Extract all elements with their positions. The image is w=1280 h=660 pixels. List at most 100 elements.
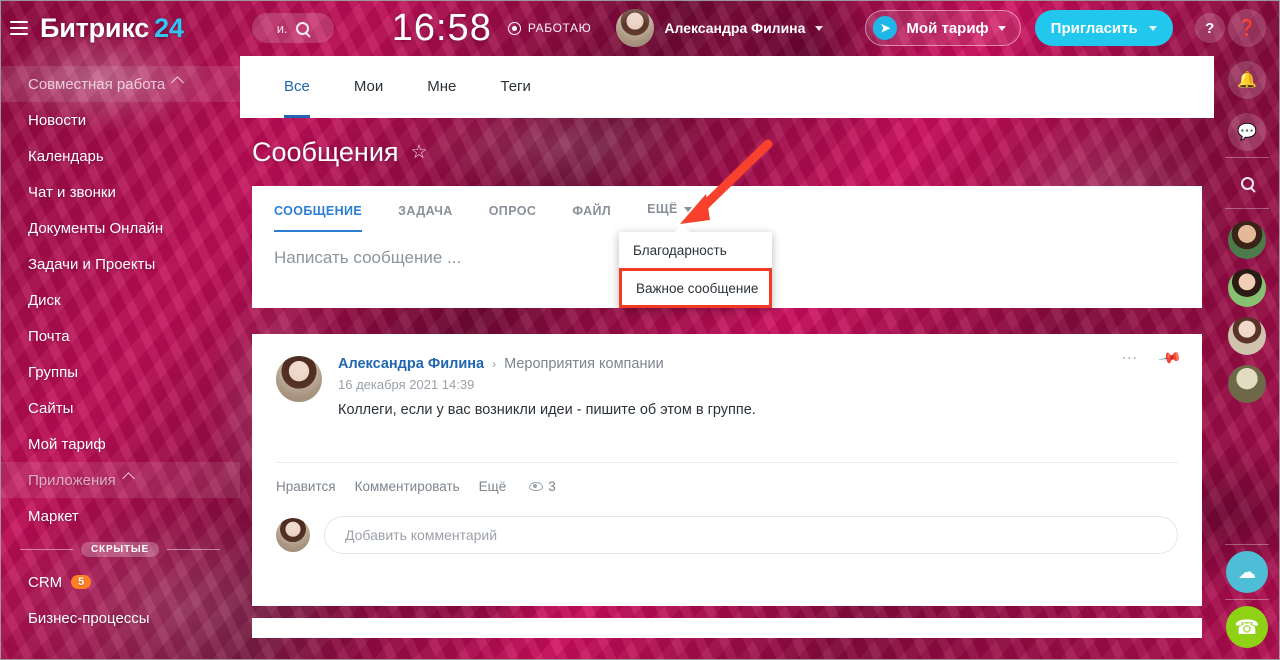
help-label: ? (1205, 19, 1215, 37)
chat-icon[interactable]: 💬 (1228, 113, 1266, 151)
work-status[interactable]: РАБОТАЮ (507, 21, 592, 35)
divider (1225, 157, 1269, 158)
tariff-label: Мой тариф (906, 19, 989, 37)
avatar[interactable] (1228, 221, 1266, 259)
composer-tab-task[interactable]: ЗАДАЧА (398, 186, 475, 232)
composer-tab-poll[interactable]: ОПРОС (489, 186, 559, 232)
sidebar-item-disk[interactable]: Диск (0, 282, 240, 318)
sidebar-section-collaboration[interactable]: Совместная работа (0, 66, 240, 102)
sidebar-item-tasks[interactable]: Задачи и Проекты (0, 246, 240, 282)
comment-button[interactable]: Комментировать (355, 479, 460, 494)
composer-tab-message[interactable]: СООБЩЕНИЕ (274, 186, 384, 232)
bell-icon[interactable]: 🔔 (1228, 61, 1266, 99)
tab-tags[interactable]: Теги (478, 56, 553, 118)
status-badge: 5 (71, 575, 92, 589)
next-post-card (252, 618, 1202, 638)
tab-label: ФАЙЛ (572, 204, 612, 218)
composer-tab-file[interactable]: ФАЙЛ (572, 186, 633, 232)
tab-label: ЗАДАЧА (398, 204, 453, 218)
search-icon[interactable] (1228, 164, 1266, 202)
sidebar-item-documents[interactable]: Документы Онлайн (0, 210, 240, 246)
comment-input[interactable]: Добавить комментарий (324, 516, 1178, 554)
top-bar: Битрикс 24 и. 16:58 РАБОТАЮ Александра Фи… (0, 0, 1280, 56)
sidebar-item-label: Новости (28, 111, 87, 129)
chevron-down-icon (815, 25, 824, 31)
logo-text: Битрикс (40, 12, 150, 43)
feed-tabs: Все Мои Мне Теги (240, 56, 1214, 118)
divider (1225, 208, 1269, 209)
left-sidebar: Совместная работа Новости Календарь Чат … (0, 56, 240, 660)
like-button[interactable]: Нравится (276, 479, 336, 494)
tab-label: ЕЩЁ (647, 202, 678, 216)
right-rail: ❓ 🔔 💬 ☁ ☎ (1214, 0, 1280, 660)
clock-display: 16:58 (391, 6, 492, 49)
sidebar-item-label: Чат и звонки (28, 183, 116, 201)
sidebar-item-chat[interactable]: Чат и звонки (0, 174, 240, 210)
dropdown-item-label: Важное сообщение (636, 280, 759, 296)
hidden-label: СКРЫТЫЕ (81, 541, 159, 557)
tab-label: СООБЩЕНИЕ (274, 204, 363, 218)
sidebar-item-sites[interactable]: Сайты (0, 390, 240, 426)
avatar[interactable] (1228, 317, 1266, 355)
invite-button[interactable]: Пригласить (1034, 10, 1173, 46)
more-dots-icon[interactable]: ⋯ (1121, 348, 1139, 368)
help-icon[interactable]: ? (1194, 13, 1225, 43)
dropdown-item-gratitude[interactable]: Благодарность (619, 232, 772, 268)
sidebar-item-label: Задачи и Проекты (28, 255, 156, 273)
chevron-up-icon (121, 472, 135, 485)
post-composer: СООБЩЕНИЕ ЗАДАЧА ОПРОС ФАЙЛ ЕЩЁ Написать… (252, 186, 1202, 308)
feed-post: ⋯ 📌 Александра Филина › Мероприятия комп… (252, 334, 1202, 606)
page-header: Сообщения ☆ (240, 118, 1214, 186)
sidebar-item-calendar[interactable]: Календарь (0, 138, 240, 174)
main-content: Все Мои Мне Теги Сообщения ☆ СООБЩЕНИЕ З… (240, 56, 1214, 660)
sidebar-item-market[interactable]: Маркет (0, 498, 240, 534)
tab-all[interactable]: Все (262, 56, 332, 118)
search-input[interactable]: и. (251, 13, 334, 43)
pin-icon[interactable]: 📌 (1158, 345, 1184, 371)
tab-label: ОПРОС (488, 204, 537, 218)
chevron-down-icon (997, 25, 1006, 31)
avatar (276, 518, 310, 552)
phone-icon[interactable]: ☎ (1226, 606, 1268, 648)
sidebar-item-tariff[interactable]: Мой тариф (0, 426, 240, 462)
avatar[interactable] (1228, 365, 1266, 403)
post-author[interactable]: Александра Филина (338, 356, 484, 372)
hamburger-icon[interactable] (10, 21, 28, 35)
composer-tabs: СООБЩЕНИЕ ЗАДАЧА ОПРОС ФАЙЛ ЕЩЁ (252, 186, 1202, 232)
current-user-menu[interactable]: Александра Филина (616, 9, 824, 47)
mobile-cloud-icon[interactable]: ☁ (1226, 551, 1268, 593)
tab-tome[interactable]: Мне (405, 56, 478, 118)
hidden-items-divider: СКРЫТЫЕ (0, 534, 240, 564)
tariff-button[interactable]: ➤ Мой тариф (865, 10, 1021, 46)
chevron-down-icon (683, 206, 692, 212)
sidebar-item-business-processes[interactable]: Бизнес-процессы (0, 600, 240, 636)
star-icon[interactable]: ☆ (411, 141, 428, 164)
search-icon (295, 21, 309, 35)
record-icon (507, 21, 521, 35)
sidebar-section-apps[interactable]: Приложения (0, 462, 240, 498)
divider (1225, 544, 1269, 545)
chevron-down-icon (1148, 25, 1157, 31)
sidebar-item-news[interactable]: Новости (0, 102, 240, 138)
sidebar-item-mail[interactable]: Почта (0, 318, 240, 354)
more-button[interactable]: Ещё (479, 479, 507, 494)
chevron-up-icon (171, 76, 185, 89)
avatar (276, 356, 322, 402)
sidebar-item-label: CRM (28, 573, 63, 591)
tab-label: Все (284, 78, 310, 95)
dropdown-item-important-message[interactable]: Важное сообщение (619, 268, 772, 308)
app-logo[interactable]: Битрикс 24 (40, 13, 184, 44)
sidebar-item-crm[interactable]: CRM 5 (0, 564, 240, 600)
breadcrumb-separator: › (492, 357, 497, 371)
sidebar-item-groups[interactable]: Группы (0, 354, 240, 390)
tab-mine[interactable]: Мои (332, 56, 405, 118)
sidebar-item-label: Маркет (28, 507, 79, 525)
divider (1225, 599, 1269, 600)
post-text: Коллеги, если у вас возникли идеи - пиши… (338, 402, 756, 418)
tab-label: Мне (427, 78, 457, 95)
bitrix24-window: Битрикс 24 и. 16:58 РАБОТАЮ Александра Фи… (0, 0, 1280, 660)
post-group[interactable]: Мероприятия компании (504, 356, 664, 372)
sidebar-section-label: Совместная работа (28, 75, 166, 93)
avatar[interactable] (1228, 269, 1266, 307)
sidebar-item-label: Бизнес-процессы (28, 609, 150, 627)
